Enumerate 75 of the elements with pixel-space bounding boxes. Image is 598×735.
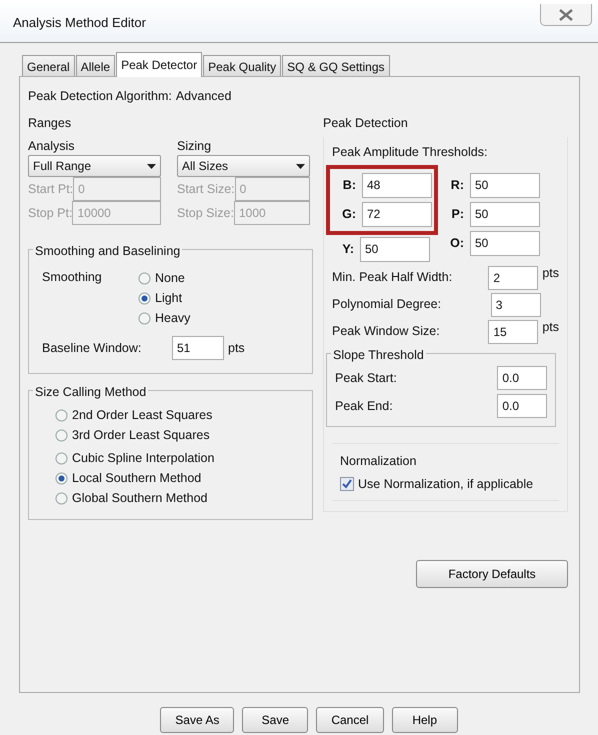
option-label: None [155,270,185,287]
algorithm-label: Peak Detection Algorithm: [28,88,172,105]
dialog-button[interactable]: Save As [160,707,234,733]
column-heading: Sizing [177,138,212,155]
caret-icon [296,164,305,169]
dialog-button[interactable]: Help [392,707,458,733]
input-field[interactable]: 51 [172,336,224,360]
field-label: Start Pt: [28,180,74,198]
field-label: B: [342,177,356,194]
tab[interactable]: SQ & GQ Settings [282,55,390,76]
field-label: Polynomial Degree: [332,296,442,314]
option-label: Cubic Spline Interpolation [72,450,214,467]
radio-button[interactable] [55,492,68,505]
dialog-button[interactable]: Cancel [316,707,384,733]
close-icon [558,8,574,20]
radio-button[interactable] [138,312,151,325]
column-heading: Analysis [28,138,76,155]
radio-button[interactable] [55,428,68,442]
radio-button[interactable] [138,272,151,285]
input-field[interactable]: 50 [470,231,540,256]
window-title: Analysis Method Editor [13,14,146,32]
checkbox-label: Use Normalization, if applicable [358,476,534,493]
tab[interactable]: Allele [76,55,116,76]
option-label: Light [155,290,182,307]
field-label: Smoothing [42,269,103,286]
field-label: Peak Window Size: [332,323,441,340]
option-label: Global Southern Method [72,490,208,507]
option-label: 2nd Order Least Squares [72,406,212,424]
option-label: Heavy [155,310,190,327]
group-title: Peak Detection [323,114,409,132]
dialog-button[interactable]: Save [242,707,308,733]
input-field[interactable]: 48 [362,173,432,198]
tab[interactable]: Peak Quality [203,55,282,76]
group-title: Ranges [28,114,72,132]
input-field[interactable]: 3 [490,292,542,317]
field-label: Peak Amplitude Thresholds: [332,144,488,161]
field-label: Peak Start: [335,370,398,387]
field-label: Peak End: [335,398,394,415]
field-label: O: [449,235,464,252]
dropdown[interactable]: Full Range [28,155,161,178]
radio-button[interactable] [55,472,68,485]
unit-label: pts [542,265,559,282]
field-label: Start Size: [177,180,235,198]
field-label: Y: [341,241,354,258]
algorithm-value: Advanced [176,88,232,105]
tab[interactable]: General [22,55,75,76]
input-field[interactable]: 50 [360,237,430,262]
field-label: G: [341,206,356,224]
field-label: Min. Peak Half Width: [332,269,454,286]
input-field[interactable]: 72 [362,202,432,228]
option-label: Local Southern Method [72,470,202,487]
input-field[interactable]: 50 [470,202,540,228]
input-field[interactable]: 0.0 [497,394,547,418]
group-title: Normalization [340,453,418,470]
input-field[interactable]: 2 [488,266,538,290]
option-label: 3rd Order Least Squares [72,426,210,444]
field-label: R: [450,177,464,194]
field-label: P: [450,206,464,224]
field-label: Baseline Window: [42,340,142,357]
checkbox[interactable] [340,477,354,492]
radio-button[interactable] [55,408,68,422]
input-field[interactable]: 50 [470,173,540,198]
radio-button[interactable] [138,292,151,305]
factory-defaults-button[interactable]: Factory Defaults [416,560,568,588]
dropdown[interactable]: All Sizes [177,155,310,178]
field-label: Stop Pt: [28,204,72,222]
input-field[interactable]: 0.0 [497,366,547,390]
close-button[interactable] [540,4,592,26]
radio-button[interactable] [55,452,68,465]
input-field[interactable]: 15 [488,320,538,344]
tab[interactable]: Peak Detector [116,52,202,77]
unit-label: pts [542,319,559,336]
field-label: Stop Size: [177,204,234,222]
unit-label: pts [228,340,245,357]
caret-icon [147,164,156,169]
